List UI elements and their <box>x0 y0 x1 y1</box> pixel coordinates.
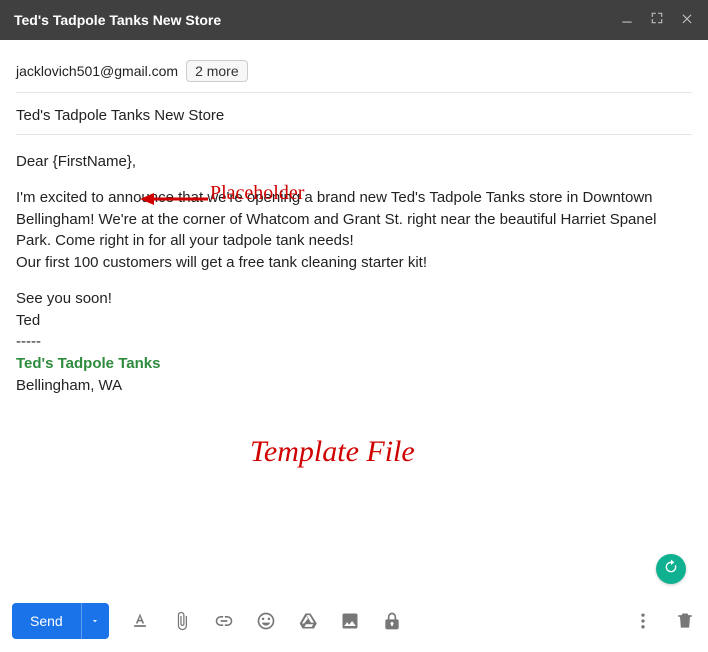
trash-icon[interactable] <box>674 610 696 632</box>
send-dropdown[interactable] <box>81 603 109 639</box>
window-titlebar: Ted's Tadpole Tanks New Store <box>0 0 708 40</box>
drive-icon[interactable] <box>297 610 319 632</box>
format-icon[interactable] <box>129 610 151 632</box>
body-paragraph-1: I'm excited to announce that we're openi… <box>16 187 692 252</box>
minimize-icon[interactable] <box>620 11 634 30</box>
more-recipients-chip[interactable]: 2 more <box>186 60 248 82</box>
body-paragraph-2: Our first 100 customers will get a free … <box>16 252 692 274</box>
fab-button[interactable] <box>656 554 686 584</box>
body-signoff-1: See you soon! <box>16 288 692 310</box>
window-title: Ted's Tadpole Tanks New Store <box>14 12 221 28</box>
signature-location: Bellingham, WA <box>16 375 692 397</box>
compose-content: jacklovich501@gmail.com 2 more Ted's Tad… <box>0 40 708 397</box>
body-divider: ----- <box>16 331 692 353</box>
body-signoff-2: Ted <box>16 310 692 332</box>
send-button[interactable]: Send <box>12 603 109 639</box>
signature-name: Ted's Tadpole Tanks <box>16 353 692 375</box>
more-icon[interactable] <box>632 610 654 632</box>
body-greeting: Dear {FirstName}, <box>16 151 692 173</box>
photo-icon[interactable] <box>339 610 361 632</box>
subject-row[interactable]: Ted's Tadpole Tanks New Store <box>16 93 692 135</box>
recipient-email[interactable]: jacklovich501@gmail.com <box>16 63 178 79</box>
emoji-icon[interactable] <box>255 610 277 632</box>
annotation-template-label: Template File <box>250 435 415 469</box>
toolbar-left: Send <box>12 603 403 639</box>
subject-text: Ted's Tadpole Tanks New Store <box>16 107 224 124</box>
email-body[interactable]: Dear {FirstName}, I'm excited to announc… <box>16 135 692 397</box>
compose-toolbar: Send <box>12 598 696 644</box>
attach-icon[interactable] <box>171 610 193 632</box>
send-button-label: Send <box>12 603 81 639</box>
close-icon[interactable] <box>680 11 694 30</box>
fullscreen-icon[interactable] <box>650 11 664 30</box>
recipients-row[interactable]: jacklovich501@gmail.com 2 more <box>16 54 692 93</box>
refresh-icon <box>663 559 679 580</box>
toolbar-right <box>632 610 696 632</box>
link-icon[interactable] <box>213 610 235 632</box>
window-controls <box>620 11 694 30</box>
confidential-icon[interactable] <box>381 610 403 632</box>
